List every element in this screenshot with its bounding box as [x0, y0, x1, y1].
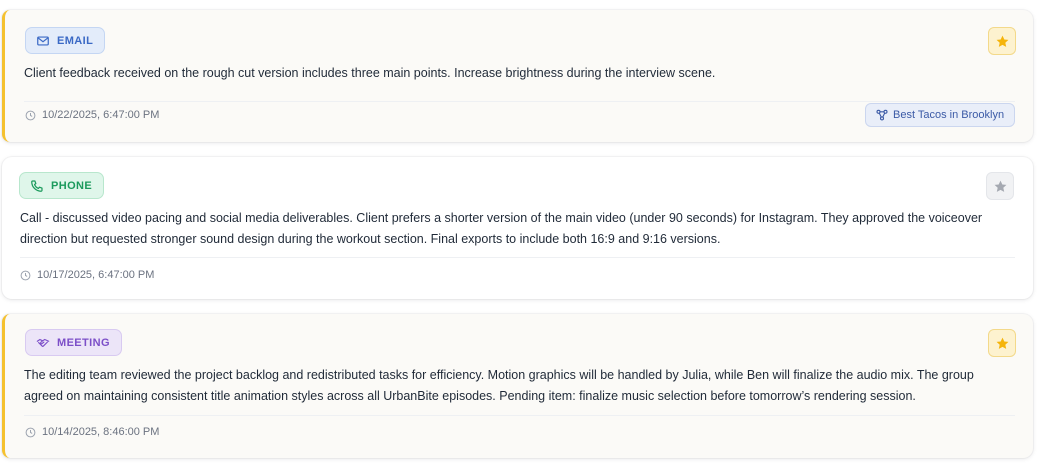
star-icon — [996, 35, 1008, 47]
timestamp-text: 10/17/2025, 6:47:00 PM — [37, 269, 155, 281]
timestamp-text: 10/22/2025, 6:47:00 PM — [42, 109, 160, 121]
clock-icon — [25, 427, 36, 437]
entry-timestamp: 10/22/2025, 6:47:00 PM — [25, 109, 159, 121]
workflow-icon — [876, 109, 888, 121]
activity-card-phone: PHONE Call - discussed video pacing and … — [2, 157, 1033, 299]
card-divider — [24, 415, 1015, 416]
star-toggle-button[interactable] — [988, 329, 1016, 357]
card-divider — [20, 257, 1015, 258]
star-icon — [996, 337, 1008, 349]
star-icon — [994, 180, 1006, 192]
clock-icon — [20, 270, 31, 280]
project-link-label: Best Tacos in Brooklyn — [893, 109, 1005, 121]
phone-icon — [31, 179, 43, 192]
star-toggle-button[interactable] — [986, 172, 1014, 200]
activity-card-meeting: MEETING The editing team reviewed the pr… — [2, 314, 1033, 458]
project-link-chip[interactable]: Best Tacos in Brooklyn — [865, 103, 1016, 127]
handshake-icon — [36, 338, 50, 347]
activity-card-email: EMAIL Client feedback received on the ro… — [2, 10, 1033, 142]
entry-text: Call - discussed video pacing and social… — [20, 211, 983, 246]
type-badge-phone: PHONE — [19, 172, 105, 199]
timestamp-text: 10/14/2025, 8:46:00 PM — [42, 426, 160, 438]
entry-timestamp: 10/17/2025, 6:47:00 PM — [20, 269, 154, 281]
clock-icon — [25, 110, 36, 120]
type-label: PHONE — [51, 179, 93, 192]
entry-timestamp: 10/14/2025, 8:46:00 PM — [25, 426, 159, 438]
entry-text: Client feedback received on the rough cu… — [24, 66, 716, 80]
type-badge-email: EMAIL — [25, 27, 106, 54]
type-label: MEETING — [57, 336, 110, 349]
mail-icon — [37, 35, 49, 46]
card-divider — [24, 101, 1015, 102]
type-badge-meeting: MEETING — [25, 329, 122, 356]
star-toggle-button[interactable] — [988, 27, 1016, 55]
activity-feed: EMAIL Client feedback received on the ro… — [0, 0, 1041, 467]
entry-text: The editing team reviewed the project ba… — [24, 368, 974, 403]
type-label: EMAIL — [57, 34, 94, 47]
